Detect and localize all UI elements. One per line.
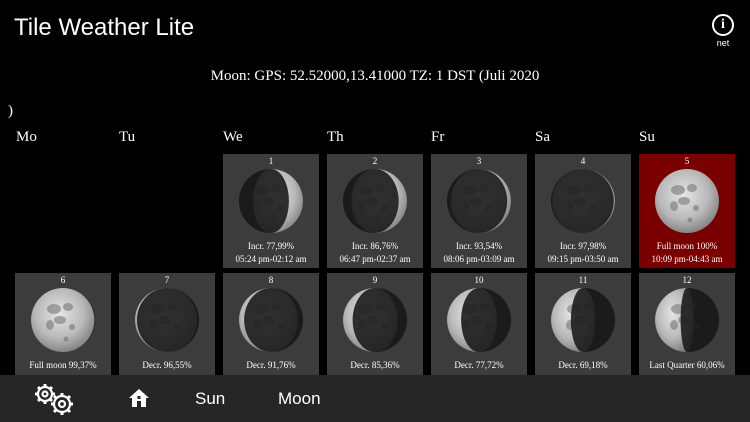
day-cell[interactable]: 3 Incr. 93,54% 08:06 pm-03:09 am [431,154,527,268]
moon-phase-icon [238,287,304,353]
info-label: net [716,38,730,48]
sun-tab[interactable]: Sun [195,389,225,409]
day-number: 11 [578,275,588,285]
moon-phase-icon [238,168,304,234]
day-cell[interactable]: 6 Full moon 99,37% [15,273,111,387]
moon-phase-icon [342,168,408,234]
day-number: 9 [372,275,378,285]
day-cell[interactable]: 8 Decr. 91,76% [223,273,319,387]
moon-phase-icon [654,287,720,353]
moon-rise-set-times: 08:06 pm-03:09 am [443,254,515,264]
moon-phase-text: Decr. 91,76% [246,360,296,370]
home-button[interactable] [128,387,150,409]
moon-phase-icon [550,287,616,353]
day-cell[interactable]: 12 Last Quarter 60,06% [639,273,735,387]
moon-phase-icon [446,287,512,353]
moon-phase-icon [134,287,200,353]
moon-phase-text: Decr. 85,36% [350,360,400,370]
bottom-toolbar: Sun Moon [0,375,750,422]
moon-location-header: Moon: GPS: 52.52000,13.41000 TZ: 1 DST (… [210,68,540,84]
day-number: 2 [372,156,378,166]
day-cell[interactable]: 2 Incr. 86,76% 06:47 pm-02:37 am [327,154,423,268]
moon-rise-set-times: 06:47 pm-02:37 am [339,254,411,264]
moon-phase-icon [550,168,616,234]
moon-rise-set-times: 10:09 pm-04:43 am [651,254,723,264]
moon-phase-icon [446,168,512,234]
day-number: 6 [60,275,66,285]
moon-tab[interactable]: Moon [278,389,321,409]
app-title: Tile Weather Lite [14,14,195,41]
moon-rise-set-times: 05:24 pm-02:12 am [235,254,307,264]
moon-phase-text: Incr. 97,98% [559,241,607,251]
day-cell[interactable]: 4 Incr. 97,98% 09:15 pm-03:50 am [535,154,631,268]
moon-phase-icon [30,287,96,353]
day-number: 8 [268,275,274,285]
settings-button[interactable] [32,381,76,417]
day-number: 1 [268,156,274,166]
weekday-mo: Mo [16,129,37,145]
moon-phase-text: Full moon 99,37% [29,360,97,370]
moon-phase-text: Last Quarter 60,06% [649,360,725,370]
info-button[interactable]: i net [709,14,737,48]
moon-phase-text: Decr. 69,18% [558,360,608,370]
day-cell[interactable]: 10 Decr. 77,72% [431,273,527,387]
moon-phase-text: Decr. 77,72% [454,360,504,370]
weekday-su: Su [639,129,655,145]
weekday-sa: Sa [535,129,550,145]
day-cell[interactable]: 11 Decr. 69,18% [535,273,631,387]
day-number: 10 [474,275,484,285]
moon-phase-text: Incr. 77,99% [247,241,295,251]
moon-phase-text: Full moon 100% [656,241,718,251]
moon-phase-text: Incr. 86,76% [351,241,399,251]
moon-phase-icon [342,287,408,353]
day-cell[interactable]: 9 Decr. 85,36% [327,273,423,387]
day-number: 4 [580,156,586,166]
day-number: 7 [164,275,170,285]
day-cell[interactable]: 1 Incr. 77,99% 05:24 pm-02:12 am [223,154,319,268]
moon-rise-set-times: 09:15 pm-03:50 am [547,254,619,264]
day-number: 12 [682,275,692,285]
weekday-fr: Fr [431,129,445,145]
weekday-th: Th [327,129,344,145]
weekday-tu: Tu [119,129,136,145]
info-icon: i [712,14,734,36]
day-number: 3 [476,156,482,166]
moon-phase-text: Decr. 96,55% [142,360,192,370]
day-cell-full-moon[interactable]: 5 Full moon 100% 10:09 pm-04:43 am [639,154,735,268]
day-cell[interactable]: 7 Decr. 96,55% [119,273,215,387]
gears-icon [35,384,73,415]
moon-phase-icon [654,168,720,234]
moon-phase-text: Incr. 93,54% [455,241,503,251]
day-number: 5 [684,156,690,166]
header-continuation: ) [8,103,13,119]
home-icon [129,389,149,407]
weekday-we: We [223,129,243,145]
